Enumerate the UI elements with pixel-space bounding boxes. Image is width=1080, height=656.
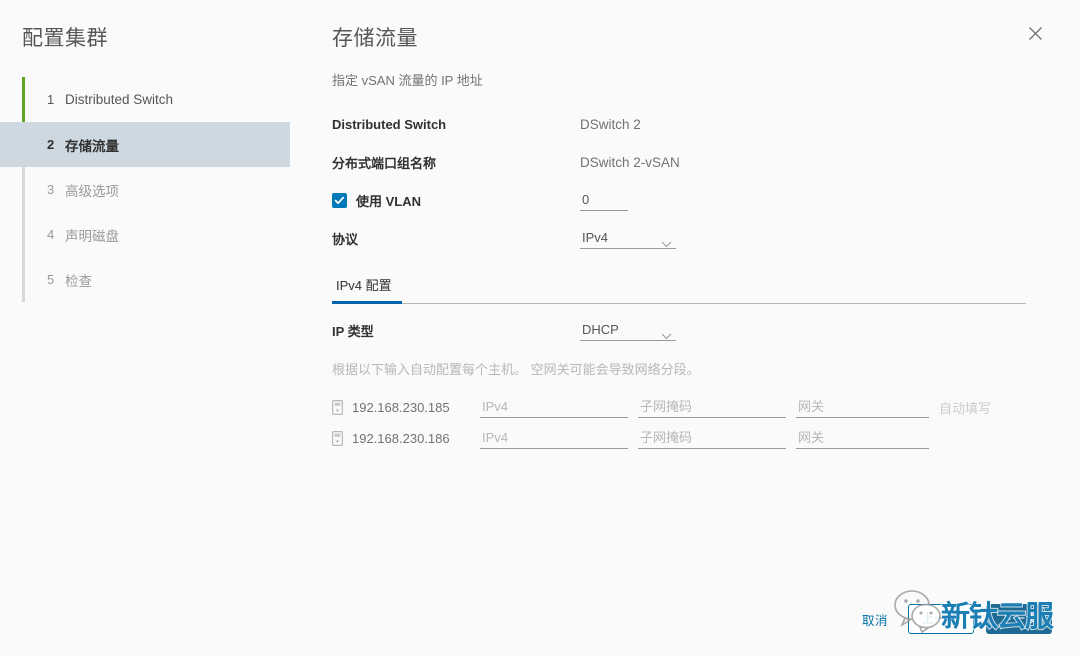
host-name-cell: 192.168.230.186 (332, 431, 480, 446)
host-icon (332, 400, 343, 415)
distributed-switch-value: DSwitch 2 (580, 117, 641, 132)
step-label: 声明磁盘 (65, 225, 119, 245)
table-row: 192.168.230.185 自动填写 (332, 392, 1050, 423)
protocol-select-value[interactable]: IPv4 (580, 228, 676, 249)
ip-type-select[interactable]: DHCP (580, 320, 676, 341)
row-distributed-switch: Distributed Switch DSwitch 2 (332, 105, 1050, 143)
sidebar-step-distributed-switch[interactable]: 1 Distributed Switch (22, 77, 320, 122)
step-label: 高级选项 (65, 180, 119, 200)
step-number: 1 (47, 92, 65, 107)
host-ip-table: 192.168.230.185 自动填写 (332, 392, 1050, 454)
host-gateway-input[interactable] (796, 428, 929, 449)
vlan-id-input[interactable] (580, 190, 628, 211)
back-button[interactable]: 上一步 (908, 604, 974, 634)
page-title: 存储流量 (332, 18, 418, 52)
step-number: 2 (47, 137, 65, 152)
protocol-label: 协议 (332, 229, 580, 248)
table-row: 192.168.230.186 (332, 423, 1050, 454)
row-portgroup-name: 分布式端口组名称 DSwitch 2-vSAN (332, 143, 1050, 181)
portgroup-name-value: DSwitch 2-vSAN (580, 155, 680, 170)
host-icon (332, 431, 343, 446)
sidebar-step-claim-disks[interactable]: 4 声明磁盘 (22, 212, 320, 257)
host-gateway-input[interactable] (796, 397, 929, 418)
wizard-sidebar: 配置集群 1 Distributed Switch 2 存储流量 3 高级选项 … (0, 0, 320, 656)
row-use-vlan: 使用 VLAN (332, 181, 1050, 219)
step-number: 3 (47, 182, 65, 197)
row-ip-type: IP 类型 DHCP (332, 320, 1050, 341)
step-label: 存储流量 (65, 135, 119, 155)
ip-type-label: IP 类型 (332, 321, 580, 340)
step-number: 4 (47, 227, 65, 242)
use-vlan-checkbox-group[interactable]: 使用 VLAN (332, 191, 580, 210)
auto-configure-hint: 根据以下输入自动配置每个主机。 空网关可能会导致网络分段。 (332, 359, 1050, 378)
autofill-link[interactable]: 自动填写 (939, 398, 991, 417)
ip-config-tablist: IPv4 配置 (332, 271, 1026, 304)
wizard-title: 配置集群 (0, 18, 320, 52)
use-vlan-label: 使用 VLAN (356, 191, 421, 210)
step-label: 检查 (65, 270, 92, 290)
close-icon[interactable] (1022, 20, 1048, 46)
host-subnet-mask-input[interactable] (638, 397, 786, 418)
step-label: Distributed Switch (65, 92, 173, 107)
host-name-label: 192.168.230.185 (352, 400, 450, 415)
sidebar-step-review[interactable]: 5 检查 (22, 257, 320, 302)
next-button[interactable]: 下一步 (986, 604, 1052, 634)
wizard-steps: 1 Distributed Switch 2 存储流量 3 高级选项 4 声明磁… (0, 77, 320, 302)
sidebar-step-advanced-options[interactable]: 3 高级选项 (22, 167, 320, 212)
wizard-footer: 取消 上一步 下一步 (854, 604, 1052, 634)
tab-ipv4-config[interactable]: IPv4 配置 (332, 271, 402, 304)
storage-traffic-form: Distributed Switch DSwitch 2 分布式端口组名称 DS… (332, 105, 1050, 454)
step-number: 5 (47, 272, 65, 287)
panel-subtitle: 指定 vSAN 流量的 IP 地址 (332, 70, 1050, 89)
wizard-content-panel: 存储流量 指定 vSAN 流量的 IP 地址 Distributed Switc… (320, 0, 1080, 656)
checkbox-checked-icon[interactable] (332, 193, 347, 208)
host-ip-input[interactable] (480, 397, 628, 418)
sidebar-step-storage-traffic[interactable]: 2 存储流量 (0, 122, 290, 167)
row-protocol: 协议 IPv4 (332, 219, 1050, 257)
host-name-cell: 192.168.230.185 (332, 400, 480, 415)
distributed-switch-label: Distributed Switch (332, 117, 580, 132)
configure-cluster-wizard: 配置集群 1 Distributed Switch 2 存储流量 3 高级选项 … (0, 0, 1080, 656)
protocol-select[interactable]: IPv4 (580, 228, 676, 249)
host-name-label: 192.168.230.186 (352, 431, 450, 446)
cancel-button[interactable]: 取消 (854, 610, 896, 629)
panel-header: 存储流量 (332, 18, 1050, 52)
host-ip-input[interactable] (480, 428, 628, 449)
ip-type-select-value[interactable]: DHCP (580, 320, 676, 341)
host-subnet-mask-input[interactable] (638, 428, 786, 449)
portgroup-name-label: 分布式端口组名称 (332, 153, 580, 172)
